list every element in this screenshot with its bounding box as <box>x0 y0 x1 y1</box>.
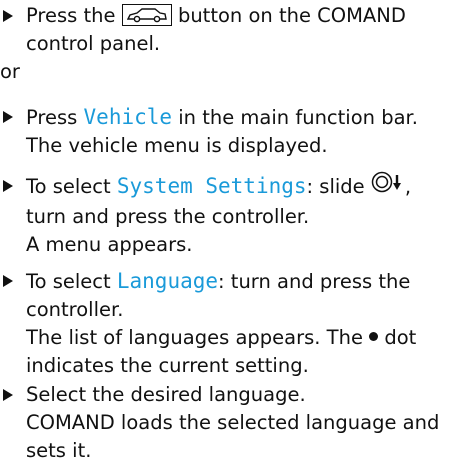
step-select-language: To select Language: turn and press the c… <box>0 267 452 380</box>
step-text-before: Press the <box>26 4 116 27</box>
step-text-before: To select <box>26 270 111 293</box>
or-separator: or <box>0 60 20 83</box>
step-select-desired-language: Select the desired language. COMAND load… <box>0 381 452 465</box>
step-arrow-icon <box>3 10 13 22</box>
step-arrow-icon <box>3 389 13 401</box>
controller-slide-down-icon <box>371 171 405 201</box>
step-note-before: The list of languages appears. The <box>26 326 363 349</box>
instruction-page: Press the button on the COMAND control p… <box>0 0 460 467</box>
step-press-vehicle-button: Press the button on the COMAND control p… <box>0 2 452 58</box>
step-text-main: Select the desired language. <box>26 383 306 406</box>
step-text-after: : slide <box>306 175 365 198</box>
menu-item-language: Language <box>116 269 219 293</box>
step-select-system-settings: To select System Settings: slide , turn … <box>0 171 452 259</box>
step-arrow-icon <box>3 111 13 123</box>
bullet-dot-icon <box>369 332 379 341</box>
step-result-note: The vehicle menu is displayed. <box>26 134 328 157</box>
step-text: To select Language: turn and press the c… <box>26 267 452 380</box>
step-text: To select System Settings: slide , turn … <box>26 171 452 259</box>
step-result-note: COMAND loads the selected language and s… <box>26 411 440 462</box>
step-text: Press the button on the COMAND control p… <box>26 2 452 58</box>
menu-item-system-settings: System Settings <box>116 174 307 198</box>
step-text-before: To select <box>26 175 111 198</box>
step-arrow-icon <box>3 180 13 192</box>
step-text-before: Press <box>26 106 78 129</box>
step-text: Select the desired language. COMAND load… <box>26 381 452 465</box>
step-text-after: in the main function bar. <box>178 106 418 129</box>
vehicle-button-icon <box>121 3 172 26</box>
menu-item-vehicle: Vehicle <box>83 105 173 129</box>
step-press-vehicle: Press Vehicle in the main function bar. … <box>0 103 452 160</box>
step-arrow-icon <box>3 275 13 287</box>
step-result-note: A menu appears. <box>26 232 193 256</box>
step-text: Press Vehicle in the main function bar. … <box>26 103 452 160</box>
